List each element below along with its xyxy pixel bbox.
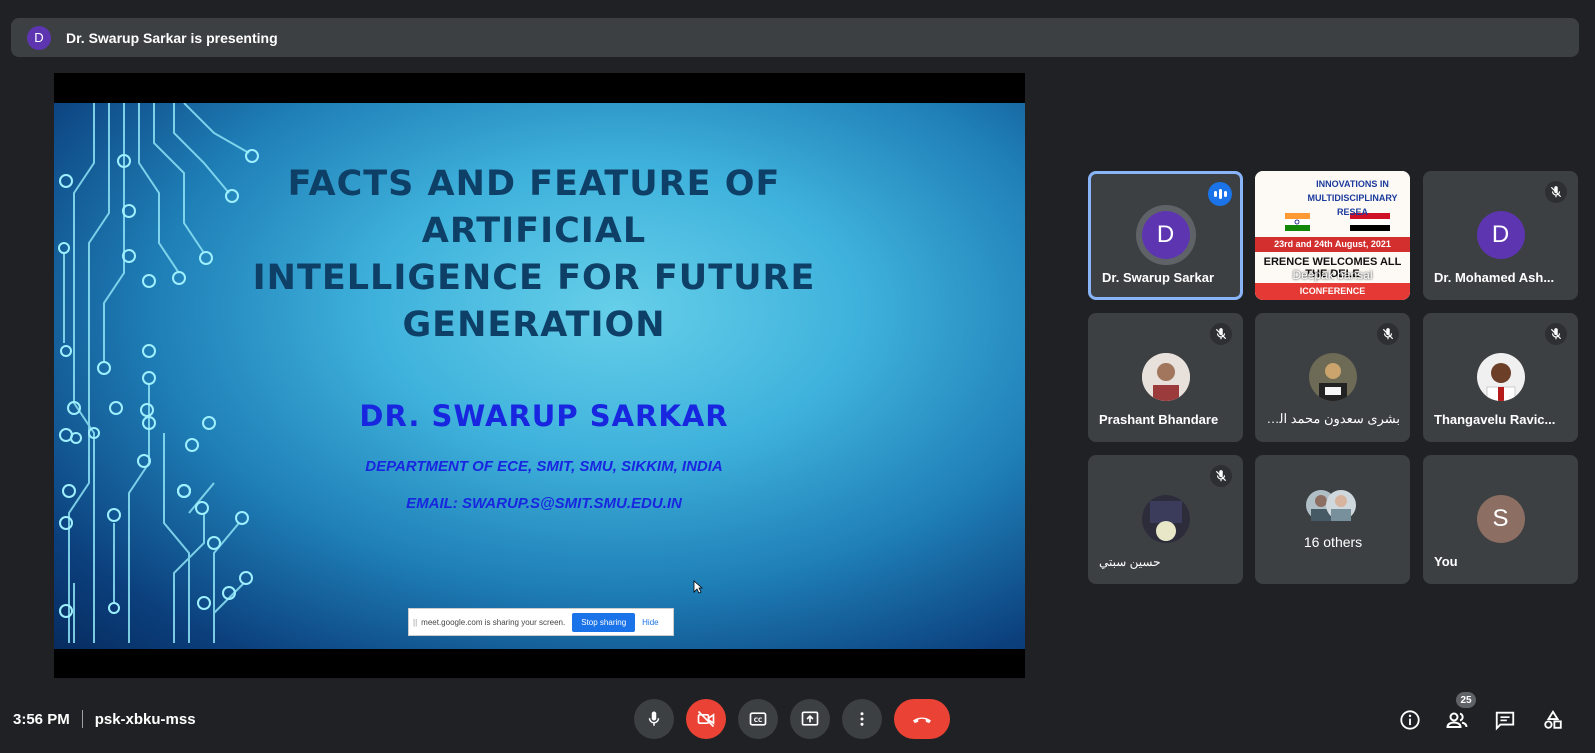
hide-button[interactable]: Hide	[642, 618, 658, 627]
poster-organizer: ICONFERENCE	[1255, 283, 1410, 300]
participant-tile[interactable]: بشرى سعدون محمد الدوري	[1255, 313, 1410, 442]
slide-department: DEPARTMENT OF ECE, SMIT, SMU, SIKKIM, IN…	[365, 458, 723, 475]
participant-name: Deepak bansal	[1292, 268, 1373, 282]
presenting-text: Dr. Swarup Sarkar is presenting	[66, 29, 278, 46]
participant-name: بشرى سعدون محمد الدوري	[1266, 411, 1400, 426]
chat-icon	[1495, 711, 1515, 731]
participant-tile[interactable]: Prashant Bhandare	[1088, 313, 1243, 442]
mic-off-icon	[1210, 323, 1232, 345]
meeting-info: 3:56 PM psk-xbku-mss	[13, 710, 196, 728]
activities-icon	[1544, 710, 1562, 729]
more-options-button[interactable]	[842, 699, 882, 739]
others-tile[interactable]: 16 others	[1255, 455, 1410, 584]
slide-email: EMAIL: SWARUP.S@SMIT.SMU.EDU.IN	[406, 495, 682, 512]
mic-off-icon	[1377, 323, 1399, 345]
svg-text:CC: CC	[754, 718, 763, 724]
participant-tile[interactable]: D Dr. Swarup Sarkar	[1088, 171, 1243, 300]
more-vert-icon	[860, 712, 864, 726]
hang-up-icon	[913, 717, 931, 724]
people-count-badge: 25	[1456, 692, 1476, 708]
mic-off-icon	[1545, 181, 1567, 203]
others-count: 16 others	[1303, 534, 1363, 550]
stop-sharing-button[interactable]: Stop sharing	[572, 612, 636, 632]
mic-off-icon	[1545, 323, 1567, 345]
slide-title-line-2: INTELLIGENCE FOR FUTURE	[252, 258, 816, 298]
participant-tile[interactable]: Thangavelu Ravic...	[1423, 313, 1578, 442]
camera-button[interactable]	[686, 699, 726, 739]
participant-name: Prashant Bhandare	[1099, 412, 1219, 427]
share-message: meet.google.com is sharing your screen.	[421, 617, 566, 627]
meeting-code: psk-xbku-mss	[94, 710, 196, 728]
microphone-button[interactable]	[634, 699, 674, 739]
avatar-photo	[1476, 353, 1525, 401]
participant-name: Dr. Swarup Sarkar	[1102, 270, 1214, 285]
slide-presenter-name: DR. SWARUP SARKAR	[359, 399, 729, 433]
mic-icon	[648, 711, 660, 726]
others-avatars	[1305, 489, 1365, 521]
participant-name: حسين سبتي	[1099, 555, 1161, 569]
avatar-photo	[1141, 495, 1190, 543]
avatar-photo	[1308, 353, 1357, 401]
participant-video: INNOVATIONS IN MULTIDISCIPLINARY RESEA 2…	[1255, 171, 1410, 300]
avatar: S	[1476, 495, 1525, 543]
meeting-details-button[interactable]	[1397, 707, 1423, 733]
slide-title: FACTS AND FEATURE OF ARTIFICIAL INTELLIG…	[204, 161, 864, 349]
participant-name: Dr. Mohamed Ash...	[1434, 270, 1555, 285]
poster-title: INNOVATIONS IN MULTIDISCIPLINARY RESEA	[1307, 179, 1398, 217]
participant-tile-self[interactable]: S You	[1423, 455, 1578, 584]
chat-button[interactable]	[1492, 707, 1518, 733]
people-icon	[1446, 712, 1468, 728]
avatar: D	[1476, 211, 1525, 259]
drag-handle-icon[interactable]: ||	[413, 618, 417, 627]
captions-button[interactable]: CC	[738, 699, 778, 739]
present-screen-button[interactable]	[790, 699, 830, 739]
avatar: D	[1141, 211, 1190, 259]
participant-name: You	[1434, 554, 1458, 569]
mouse-cursor-icon	[693, 580, 703, 594]
presenter-avatar: D	[27, 25, 51, 50]
participant-tile[interactable]: حسين سبتي	[1088, 455, 1243, 584]
divider	[81, 710, 83, 728]
participant-tile[interactable]: D Dr. Mohamed Ash...	[1423, 171, 1578, 300]
participant-name: Thangavelu Ravic...	[1434, 412, 1556, 427]
current-time: 3:56 PM	[13, 710, 70, 728]
presentation-stage: FACTS AND FEATURE OF ARTIFICIAL INTELLIG…	[54, 73, 1025, 678]
slide-title-line-3: GENERATION	[402, 305, 666, 345]
info-icon	[1400, 710, 1420, 730]
camera-off-icon	[697, 710, 715, 728]
speaking-indicator-icon	[1208, 182, 1232, 206]
leave-call-button[interactable]	[894, 699, 950, 739]
captions-icon: CC	[749, 712, 767, 726]
activities-button[interactable]	[1540, 707, 1566, 733]
avatar-photo	[1141, 353, 1190, 401]
people-button[interactable]	[1444, 707, 1470, 733]
participant-tile[interactable]: INNOVATIONS IN MULTIDISCIPLINARY RESEA 2…	[1255, 171, 1410, 300]
present-icon	[801, 711, 819, 726]
mic-off-icon	[1210, 465, 1232, 487]
shared-slide: FACTS AND FEATURE OF ARTIFICIAL INTELLIG…	[54, 103, 1025, 649]
presenting-banner: D Dr. Swarup Sarkar is presenting	[11, 18, 1579, 57]
slide-title-line-1: FACTS AND FEATURE OF ARTIFICIAL	[287, 164, 781, 251]
poster-date: 23rd and 24th August, 2021	[1255, 237, 1410, 252]
screen-share-notice: || meet.google.com is sharing your scree…	[408, 608, 674, 636]
